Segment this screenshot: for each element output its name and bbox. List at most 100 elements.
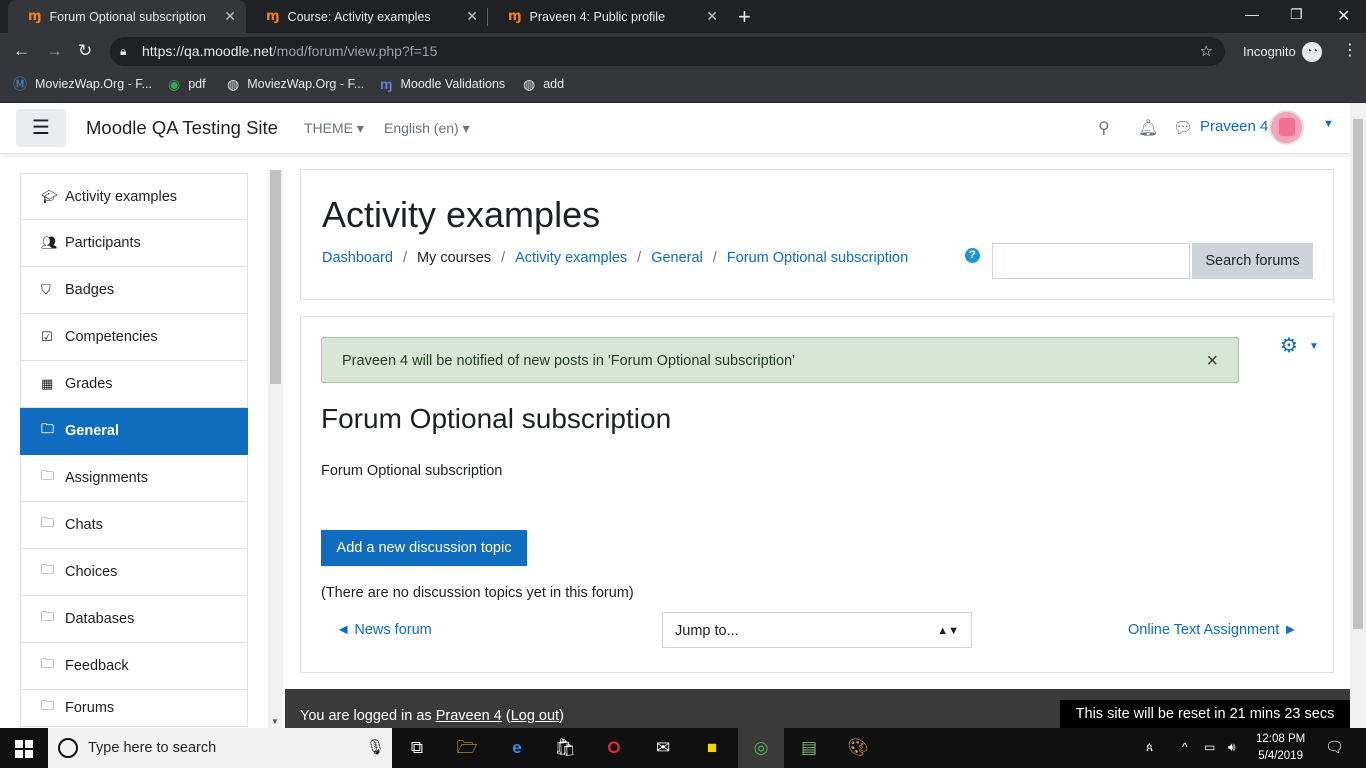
task-view-icon[interactable]: ⧉: [405, 736, 429, 760]
prev-activity-link[interactable]: ◄ News forum: [336, 622, 432, 638]
gear-icon[interactable]: ⚙: [1280, 333, 1298, 358]
tab-close-icon[interactable]: ✕: [224, 8, 236, 25]
folder-icon: 🗀: [41, 656, 55, 671]
bookmark-item[interactable]: ◉ pdf: [168, 70, 206, 98]
user-menu-caret-icon[interactable]: ▼: [1323, 118, 1334, 130]
chat-bubble-icon[interactable]: 💬︎: [1173, 118, 1193, 138]
taskbar-search[interactable]: Type here to search 🎙︎: [48, 728, 392, 768]
url-path: /mod/forum/view.php?f=15: [272, 43, 438, 59]
reload-icon[interactable]: ↻: [78, 41, 92, 61]
site-name[interactable]: Moodle QA Testing Site: [86, 117, 278, 139]
breadcrumb-separator: /: [501, 250, 506, 266]
globe-icon: ◍: [523, 75, 536, 92]
forum-title: Forum Optional subscription: [321, 403, 672, 434]
sidebar-item-general[interactable]: 🗀 General: [20, 408, 248, 455]
checkbox-icon: ☑: [41, 329, 53, 344]
search-forums-button[interactable]: Search forums: [1192, 243, 1313, 279]
breadcrumb-activity-examples[interactable]: Activity examples: [515, 250, 627, 266]
chevron-down-icon[interactable]: ▼: [1309, 341, 1319, 352]
mail-icon[interactable]: ✉: [651, 736, 675, 760]
search-forums-input[interactable]: [992, 243, 1190, 279]
bookmark-star-icon[interactable]: ☆: [1200, 37, 1213, 66]
next-activity-link[interactable]: Online Text Assignment ►: [1128, 622, 1298, 638]
language-menu[interactable]: English (en) ▾: [384, 120, 470, 137]
microphone-icon[interactable]: 🎙︎: [366, 738, 385, 756]
windows-start-icon[interactable]: [15, 740, 33, 758]
tab-close-icon[interactable]: ✕: [466, 8, 478, 25]
new-tab-icon[interactable]: +: [738, 4, 751, 30]
sidebar-scrollbar-thumb[interactable]: [270, 170, 281, 384]
bookmark-item[interactable]: ◍ add: [523, 70, 564, 98]
sidebar-item-activity-examples[interactable]: 🎓︎ Activity examples: [20, 173, 248, 220]
sidebar-item-forums[interactable]: 🗀 Forums: [20, 690, 248, 727]
chrome-taskbar-button[interactable]: ◎: [738, 728, 784, 768]
breadcrumb-dashboard[interactable]: Dashboard: [322, 250, 393, 266]
bookmark-label: MoviezWap.Org - F...: [247, 77, 365, 91]
spreadsheet-icon[interactable]: ▤: [797, 736, 821, 760]
search-icon[interactable]: ⚲: [1098, 118, 1110, 138]
users-icon: 👥︎: [41, 235, 58, 250]
back-icon[interactable]: ←: [13, 41, 30, 61]
scroll-down-arrow-icon[interactable]: ▼: [271, 717, 279, 726]
sidebar-item-badges[interactable]: ⛉ Badges: [20, 267, 248, 314]
restore-icon[interactable]: ❐: [1290, 6, 1303, 23]
opera-icon[interactable]: O: [602, 736, 626, 760]
bell-icon[interactable]: 🔔︎: [1138, 118, 1158, 138]
sidebar-scrollbar[interactable]: ▼: [268, 170, 283, 728]
sidebar-item-competencies[interactable]: ☑ Competencies: [20, 314, 248, 361]
sidebar-item-participants[interactable]: 👥︎ Participants: [20, 220, 248, 267]
paint-icon[interactable]: 🎨︎: [846, 736, 870, 760]
breadcrumb-separator: /: [402, 250, 407, 266]
sidebar-item-assignments[interactable]: 🗀 Assignments: [20, 455, 248, 502]
sidebar-item-label: Chats: [65, 517, 103, 533]
tab-forum-optional-subscription[interactable]: ɱ Forum Optional subscription ✕: [8, 0, 246, 33]
volume-icon[interactable]: 🔊︎: [1228, 740, 1236, 755]
jump-to-select[interactable]: Jump to... ▲▼: [662, 612, 972, 648]
browser-menu-icon[interactable]: ⋮: [1342, 40, 1358, 60]
taskbar-clock[interactable]: 12:08 PM 5/4/2019: [1256, 731, 1305, 765]
incognito-icon[interactable]: ◔◔: [1302, 42, 1322, 62]
hamburger-menu-icon[interactable]: ☰: [16, 109, 66, 147]
minimize-icon[interactable]: —: [1245, 6, 1259, 22]
select-arrows-icon: ▲▼: [937, 625, 959, 637]
chevron-up-icon[interactable]: ^: [1182, 740, 1188, 754]
breadcrumb: Dashboard / My courses / Activity exampl…: [322, 250, 918, 266]
theme-menu[interactable]: THEME ▾: [304, 120, 364, 137]
tab-course-activity-examples[interactable]: ɱ Course: Activity examples ✕: [246, 0, 488, 33]
file-explorer-icon[interactable]: 🗁: [455, 736, 479, 760]
edge-icon[interactable]: e: [505, 736, 529, 760]
clock-date: 5/4/2019: [1258, 750, 1303, 762]
tab-public-profile[interactable]: ɱ Praveen 4: Public profile ✕: [488, 0, 728, 33]
people-icon[interactable]: ጰ: [1146, 740, 1153, 755]
help-icon[interactable]: ?: [965, 248, 980, 263]
breadcrumb-general[interactable]: General: [651, 250, 703, 266]
sidebar-item-chats[interactable]: 🗀 Chats: [20, 502, 248, 549]
bookmark-label: MoviezWap.Org - F...: [35, 77, 152, 91]
breadcrumb-forum[interactable]: Forum Optional subscription: [727, 250, 908, 266]
sticky-notes-icon[interactable]: ■: [700, 736, 724, 760]
sidebar-item-choices[interactable]: 🗀 Choices: [20, 549, 248, 596]
store-icon[interactable]: 🛍︎: [553, 736, 577, 760]
bookmark-item[interactable]: ◍ MoviezWap.Org - F...: [227, 70, 364, 98]
avatar[interactable]: [1269, 110, 1304, 145]
sidebar-item-databases[interactable]: 🗀 Databases: [20, 596, 248, 643]
add-discussion-button[interactable]: Add a new discussion topic: [321, 530, 527, 566]
user-name[interactable]: Praveen 4: [1200, 118, 1268, 135]
sidebar-item-grades[interactable]: ▦ Grades: [20, 361, 248, 408]
tab-close-icon[interactable]: ✕: [706, 8, 718, 25]
window-close-icon[interactable]: ✕: [1337, 6, 1350, 26]
logout-link[interactable]: Log out: [511, 708, 559, 724]
forward-icon[interactable]: →: [46, 41, 63, 61]
notifications-icon[interactable]: 🗨︎: [1325, 738, 1344, 756]
network-icon[interactable]: ▭: [1204, 740, 1215, 754]
url-host: https://qa.moodle.net: [142, 43, 273, 59]
page-scrollbar[interactable]: [1350, 103, 1366, 728]
sidebar-item-feedback[interactable]: 🗀 Feedback: [20, 643, 248, 690]
bookmark-item[interactable]: ɱ Moodle Validations: [380, 70, 505, 98]
url-field[interactable]: 🔒︎ https://qa.moodle.net/mod/forum/view.…: [110, 37, 1225, 66]
sidebar-item-label: Forums: [65, 700, 115, 716]
close-icon[interactable]: ×: [1206, 338, 1218, 384]
page-scrollbar-thumb[interactable]: [1353, 119, 1363, 629]
footer-user-link[interactable]: Praveen 4: [436, 708, 502, 724]
bookmark-item[interactable]: Ⓜ MoviezWap.Org - F...: [13, 70, 152, 98]
